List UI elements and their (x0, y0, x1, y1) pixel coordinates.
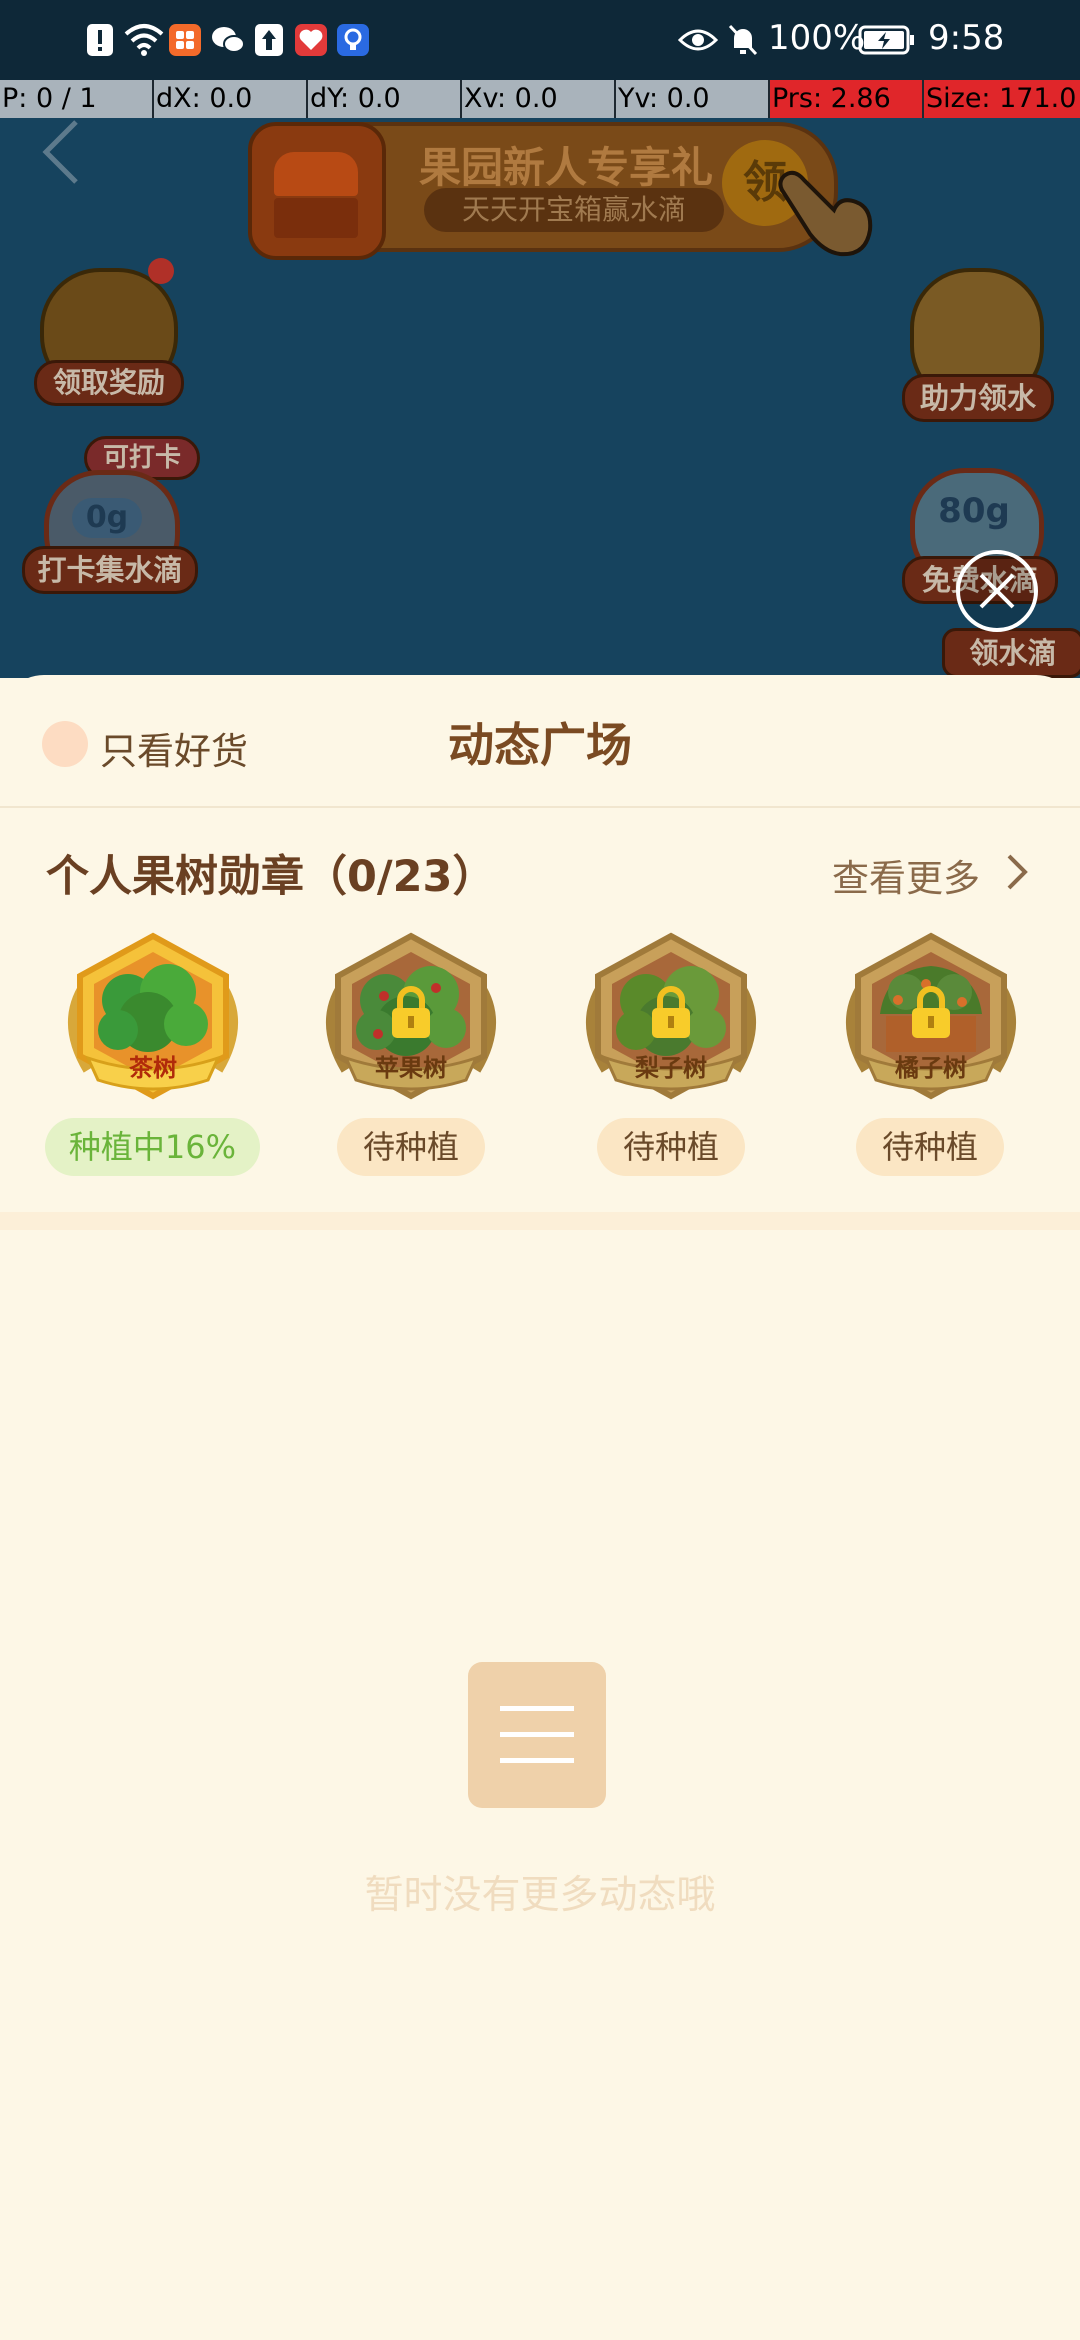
pointer-xv: Xv: 0.0 (462, 80, 616, 118)
app-notification-icon (295, 24, 327, 56)
status-bar: 100% 9:58 (0, 0, 1080, 80)
wifi-icon (124, 24, 164, 56)
chevron-right-icon[interactable] (1004, 852, 1030, 892)
divider (0, 806, 1080, 808)
collect-water-button[interactable]: 领水滴 (942, 628, 1080, 678)
medal-status-pending: 待种植 (337, 1118, 485, 1176)
wechat-icon (212, 27, 245, 53)
pointing-hand-icon (778, 170, 873, 257)
bell-off-icon (728, 24, 758, 56)
close-icon (979, 573, 1015, 609)
empty-state-text: 暂时没有更多动态哦 (364, 1873, 716, 1918)
lock-icon (392, 986, 430, 1038)
medal-status-pending: 待种植 (597, 1118, 745, 1176)
pointer-location-bar: P: 0 / 1 dX: 0.0 dY: 0.0 Xv: 0.0 Yv: 0.0… (0, 80, 1080, 118)
checkin-amount: 0g (72, 498, 142, 538)
eye-icon (678, 29, 718, 51)
medal-name: 茶树 (129, 1054, 177, 1082)
pointer-dy: dY: 0.0 (308, 80, 462, 118)
treasure-chest-icon (248, 122, 386, 260)
orchard-game-backdrop: 果园新人专享礼 天天开宝箱赢水滴 领 领取奖励 可打卡 0g 打卡集水滴 助力领… (0, 118, 1080, 678)
app-notification-icon (169, 24, 201, 56)
lock-icon (912, 986, 950, 1038)
notification-dot (148, 258, 174, 284)
banner-title: 果园新人专享礼 (419, 143, 714, 192)
pointer-count: P: 0 / 1 (0, 80, 154, 118)
checkin-water-button[interactable]: 打卡集水滴 (22, 546, 198, 594)
app-notification-icon (337, 24, 369, 56)
claim-reward-button[interactable]: 领取奖励 (34, 360, 184, 406)
section-divider (0, 1212, 1080, 1230)
lock-icon (652, 986, 690, 1038)
pointer-pressure: Prs: 2.86 (770, 80, 924, 118)
medal-status-pending: 待种植 (856, 1118, 1004, 1176)
close-button[interactable] (956, 550, 1038, 632)
medal-name: 苹果树 (375, 1054, 447, 1082)
upload-icon (255, 24, 283, 56)
pointer-size: Size: 171.0 (924, 80, 1080, 118)
free-water-amount: 80g (938, 491, 1010, 531)
medals-heading: 个人果树勋章（0/23） (46, 852, 496, 902)
list-icon (500, 1706, 574, 1763)
medal-status-growing: 种植中16% (45, 1118, 260, 1176)
battery-icon (858, 25, 914, 55)
pointer-yv: Yv: 0.0 (616, 80, 770, 118)
medal-name: 橘子树 (895, 1054, 967, 1082)
see-more-link[interactable]: 查看更多 (832, 848, 980, 902)
newbie-gift-banner[interactable]: 果园新人专享礼 天天开宝箱赢水滴 领 (248, 122, 873, 260)
medal-name: 梨子树 (635, 1054, 707, 1082)
clock: 9:58 (928, 18, 1005, 58)
help-water-button[interactable]: 助力领水 (902, 374, 1054, 422)
pointer-dx: dX: 0.0 (154, 80, 308, 118)
battery-percent: 100% (768, 18, 866, 58)
activity-square-sheet: 只看好货 动态广场 (0, 675, 1080, 2340)
sheet-title: 动态广场 (448, 718, 632, 772)
empty-state-icon (468, 1662, 606, 1808)
banner-subtitle: 天天开宝箱赢水滴 (424, 188, 724, 232)
medal-tea-tree[interactable] (48, 930, 258, 1110)
back-arrow-icon[interactable] (36, 118, 86, 198)
alert-notification-icon (87, 24, 113, 56)
